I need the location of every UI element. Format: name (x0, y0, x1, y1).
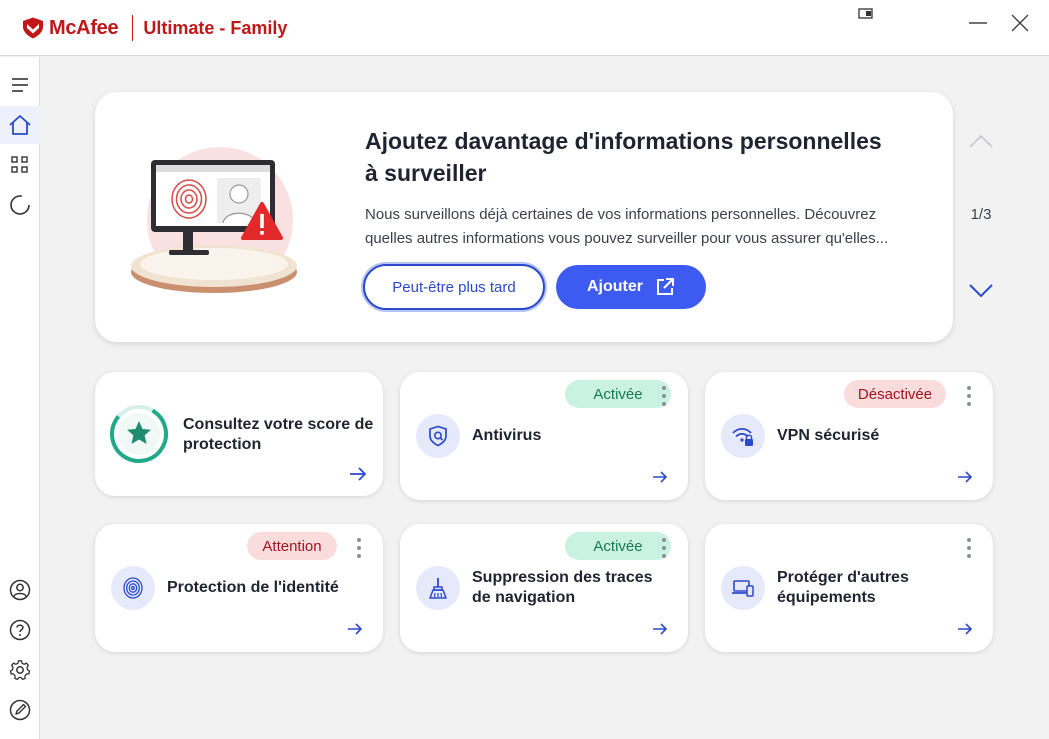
carousel-next-icon[interactable] (968, 280, 994, 302)
status-badge: Activée (565, 380, 671, 408)
product-name: Ultimate - Family (143, 17, 288, 38)
card-title: Protéger d'autres équipements (777, 569, 909, 606)
tracker-remover-card[interactable]: Activée Suppression des traces de naviga… (400, 524, 688, 652)
close-button[interactable] (1008, 12, 1032, 36)
menu-button[interactable] (0, 66, 40, 104)
carousel-previous-icon[interactable] (968, 130, 994, 152)
vpn-wifi-lock-icon (732, 428, 753, 446)
card-menu-button[interactable] (658, 386, 670, 406)
carousel-page-indicator: 1/3 (970, 206, 992, 223)
external-link-icon (657, 278, 674, 295)
add-label: Ajouter (587, 278, 643, 295)
card-menu-button[interactable] (353, 538, 365, 558)
sidebar-item-settings[interactable] (0, 651, 40, 689)
menu-icon (12, 78, 28, 92)
add-button[interactable]: Ajouter (556, 265, 706, 309)
brand: McAfee Ultimate - Family (22, 14, 287, 42)
sidebar-item-feedback[interactable] (0, 691, 40, 729)
progress-circle-icon (10, 195, 30, 215)
minimize-icon (969, 22, 987, 24)
sidebar-item-apps[interactable] (0, 146, 40, 184)
protect-devices-card[interactable]: Protéger d'autres équipements (705, 524, 993, 652)
sidebar-item-help[interactable] (0, 611, 40, 649)
card-title: VPN sécurisé (777, 427, 880, 444)
card-icon-wrap (721, 566, 765, 610)
sidebar-item-account[interactable] (0, 571, 40, 609)
arrow-right-icon (348, 623, 363, 635)
card-icon-wrap (416, 414, 460, 458)
status-badge: Désactivée (844, 380, 946, 408)
brand-divider (132, 15, 134, 41)
home-icon (9, 115, 31, 135)
antivirus-card[interactable]: Activée Antivirus (400, 372, 688, 500)
card-menu-button[interactable] (658, 538, 670, 558)
card-icon-wrap (416, 566, 460, 610)
status-badge: Activée (565, 532, 671, 560)
protection-score-card[interactable]: Consultez votre score de protection (95, 372, 383, 496)
close-icon (1011, 14, 1029, 32)
account-icon (9, 579, 31, 601)
promo-banner: Ajoutez davantage d'informations personn… (95, 92, 953, 342)
mcafee-shield-icon (23, 17, 43, 39)
card-title: Antivirus (472, 427, 542, 444)
card-title: Protection de l'identité (167, 579, 339, 596)
arrow-right-icon (958, 623, 973, 635)
vpn-card[interactable]: Désactivée VPN sécurisé (705, 372, 993, 500)
status-badge: Attention (247, 532, 337, 560)
score-star-icon (110, 405, 168, 463)
card-title: Suppression des traces de navigation (472, 569, 653, 606)
maybe-later-button[interactable]: Peut-être plus tard (363, 264, 545, 310)
help-icon (9, 619, 31, 641)
identity-protection-card[interactable]: Attention Protection de l'identité (95, 524, 383, 652)
brand-name: McAfee (49, 16, 119, 39)
feedback-icon (9, 699, 31, 721)
arrow-right-icon (350, 467, 367, 481)
identity-monitoring-illustration (131, 147, 297, 293)
card-icon-wrap (111, 566, 155, 610)
fingerprint-icon (123, 577, 143, 599)
devices-icon (732, 580, 754, 597)
card-menu-button[interactable] (963, 538, 975, 558)
minimize-button[interactable] (966, 12, 990, 36)
gear-icon (9, 660, 31, 681)
maybe-later-label: Peut-être plus tard (392, 278, 516, 296)
broom-icon (429, 578, 447, 599)
mcafee-logo: McAfee (22, 16, 119, 40)
arrow-right-icon (653, 623, 668, 635)
card-title: Consultez votre score de protection (183, 416, 374, 453)
title-bar: McAfee Ultimate - Family (0, 0, 1049, 56)
shield-icon (429, 425, 447, 447)
arrow-right-icon (653, 471, 668, 483)
banner-title: Ajoutez davantage d'informations personn… (365, 128, 882, 186)
snap-layout-icon[interactable] (858, 8, 874, 20)
card-menu-button[interactable] (963, 386, 975, 406)
sidebar-item-status[interactable] (0, 186, 40, 224)
sidebar-item-home[interactable] (0, 106, 40, 144)
card-icon-wrap (721, 414, 765, 458)
banner-description: Nous surveillons déjà certaines de vos i… (365, 206, 889, 247)
arrow-right-icon (958, 471, 973, 483)
sidebar (0, 57, 40, 739)
apps-grid-icon (11, 156, 28, 173)
